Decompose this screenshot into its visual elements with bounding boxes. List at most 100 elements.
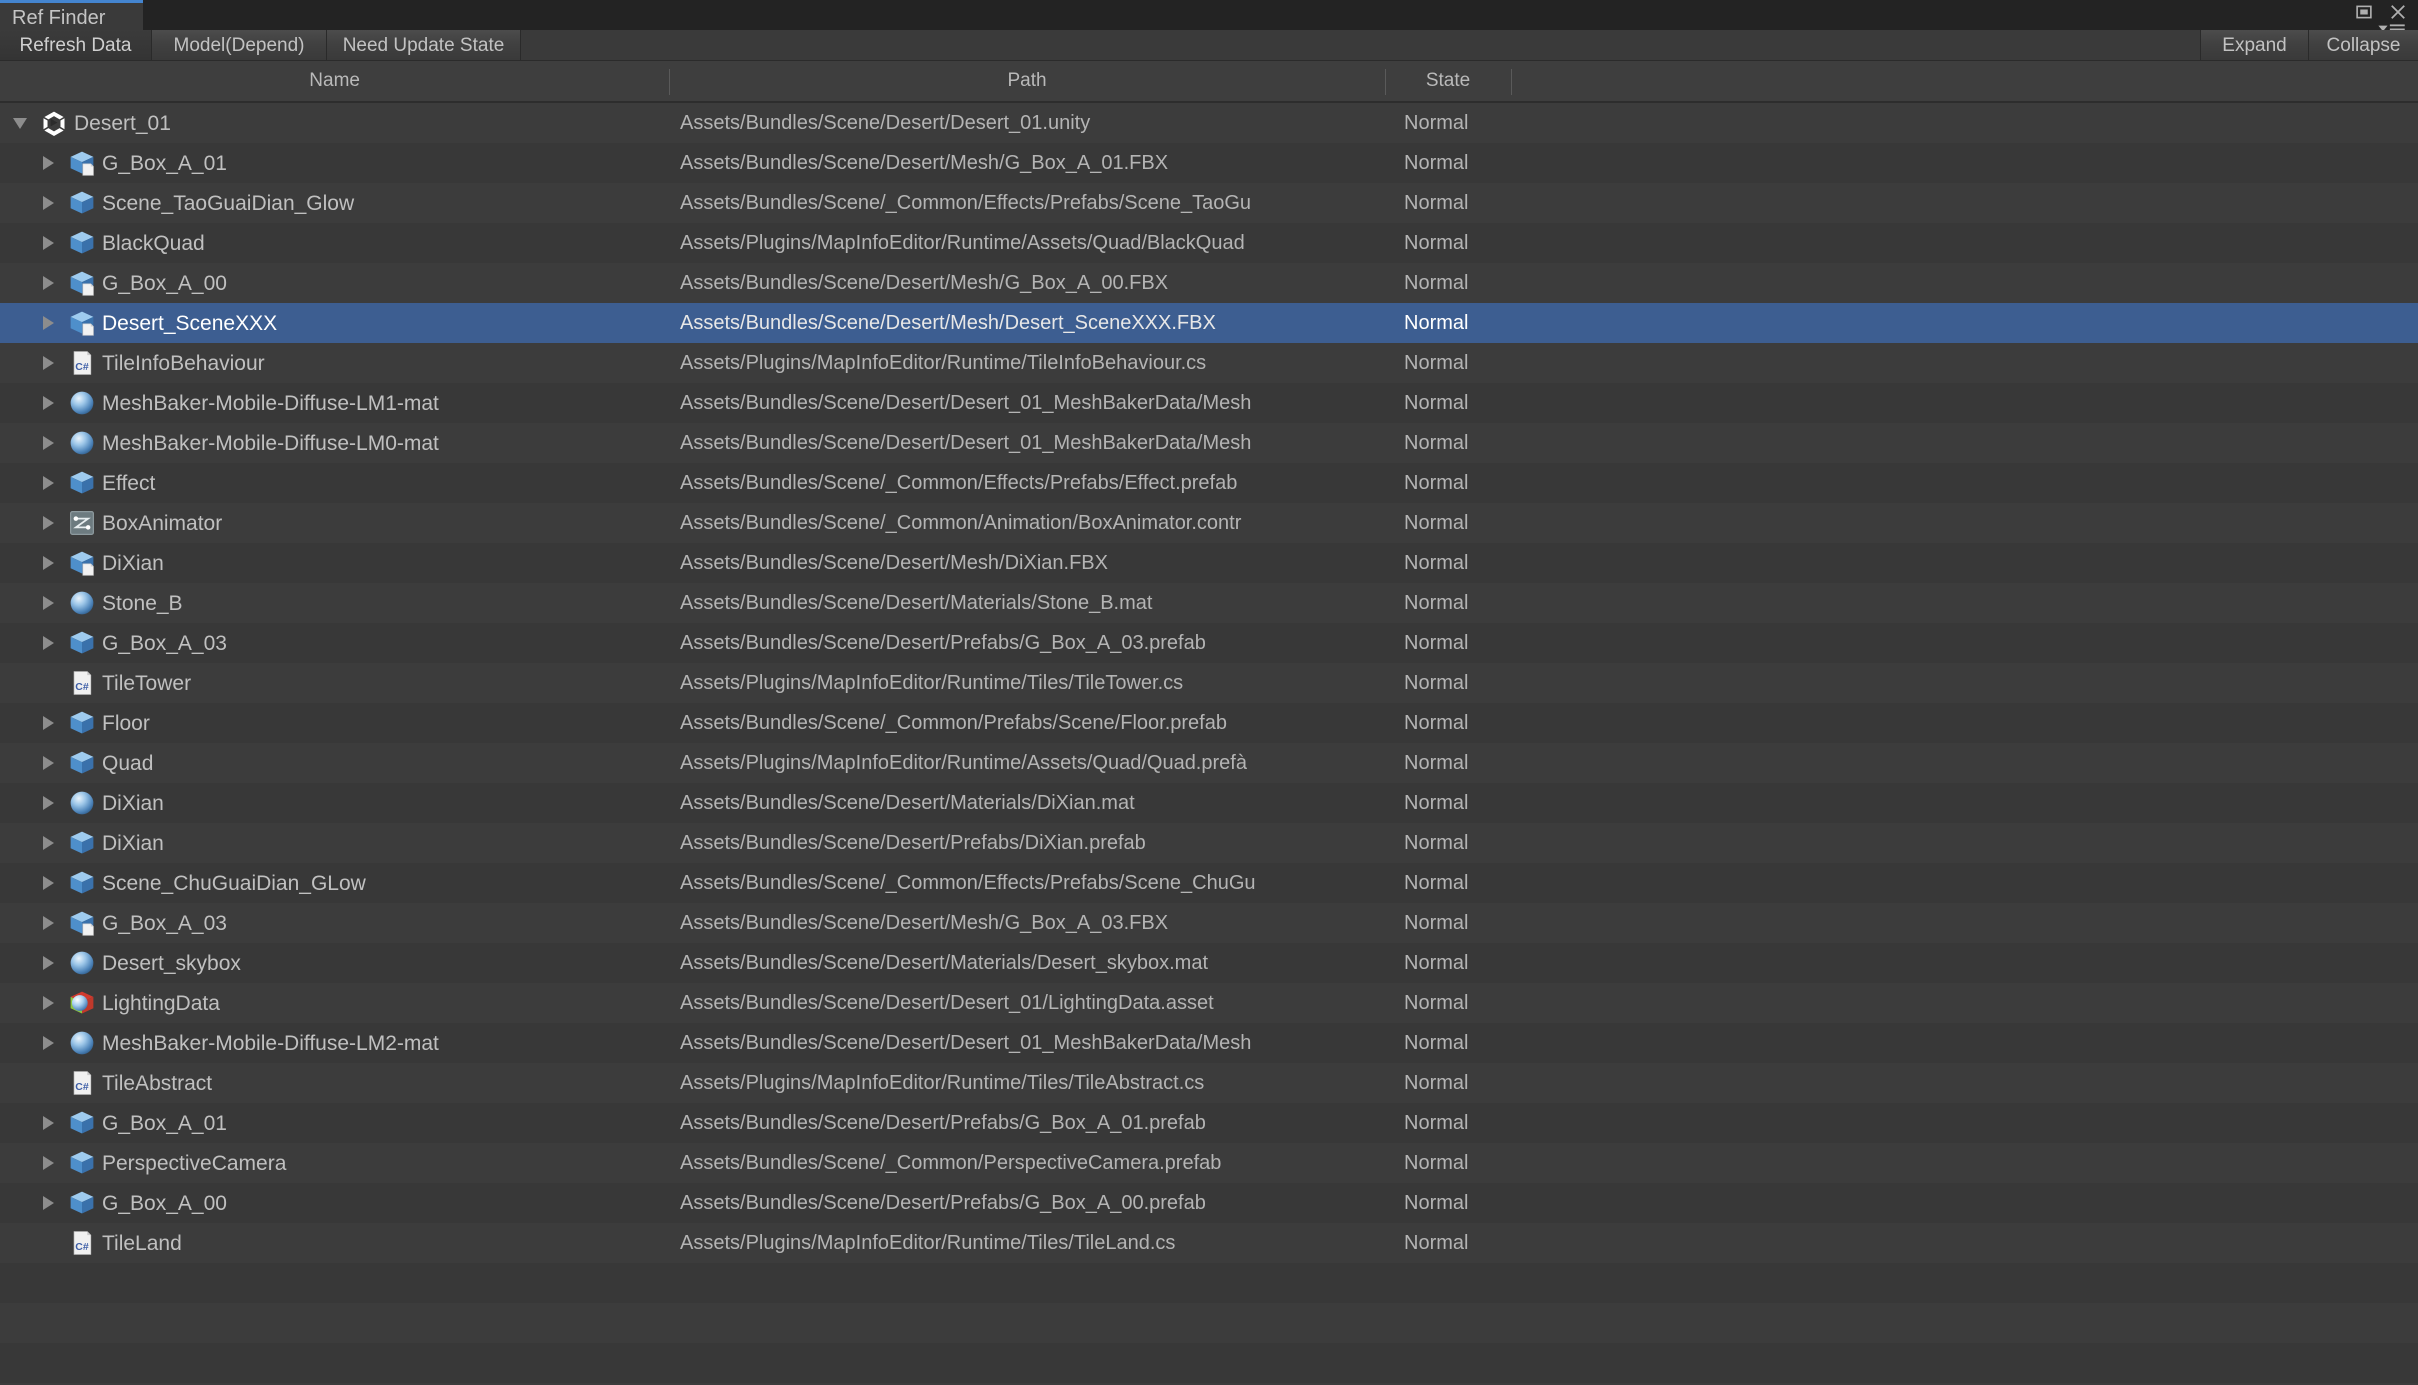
collapse-button[interactable]: Collapse (2308, 30, 2418, 60)
chevron-right-icon[interactable] (36, 1183, 60, 1223)
cell-name[interactable]: MeshBaker-Mobile-Diffuse-LM0-mat (0, 423, 670, 463)
tree-row[interactable]: G_Box_A_00 Assets/Bundles/Scene/Desert/Pr… (0, 1183, 2418, 1223)
chevron-right-icon[interactable] (36, 623, 60, 663)
cell-name[interactable]: LightingData (0, 983, 670, 1023)
chevron-right-icon[interactable] (36, 703, 60, 743)
tree-row[interactable]: G_Box_A_00 Assets/Bundles/Scene/Desert/Me… (0, 263, 2418, 303)
tree-row[interactable]: DiXian Assets/Bundles/Scene/Desert/Mesh/D… (0, 543, 2418, 583)
chevron-right-icon[interactable] (36, 1103, 60, 1143)
tree-row[interactable]: G_Box_A_03 Assets/Bundles/Scene/Desert/Pr… (0, 623, 2418, 663)
cell-name[interactable]: C# TileTower (0, 663, 670, 703)
cell-name[interactable]: Effect (0, 463, 670, 503)
cell-name[interactable]: G_Box_A_03 (0, 903, 670, 943)
tree-row[interactable]: LightingData Assets/Bundles/Scene/Desert/… (0, 983, 2418, 1023)
chevron-right-icon[interactable] (36, 383, 60, 423)
cell-name[interactable]: BlackQuad (0, 223, 670, 263)
chevron-right-icon[interactable] (36, 463, 60, 503)
chevron-right-icon[interactable] (36, 423, 60, 463)
cell-name[interactable]: DiXian (0, 783, 670, 823)
tree-row[interactable]: DiXian Assets/Bundles/Scene/Desert/Prefab… (0, 823, 2418, 863)
cell-name[interactable]: MeshBaker-Mobile-Diffuse-LM2-mat (0, 1023, 670, 1063)
chevron-right-icon[interactable] (36, 303, 60, 343)
model-depend-button[interactable]: Model(Depend) (152, 30, 327, 60)
tree-row[interactable]: MeshBaker-Mobile-Diffuse-LM0-mat Assets/B… (0, 423, 2418, 463)
chevron-right-icon[interactable] (36, 1143, 60, 1183)
cell-name[interactable]: Quad (0, 743, 670, 783)
cell-name[interactable]: Desert_skybox (0, 943, 670, 983)
column-header-name[interactable]: Name (0, 61, 669, 101)
tree-row[interactable]: C# TileTower Assets/Plugins/MapInfoEditor/… (0, 663, 2418, 703)
chevron-right-icon[interactable] (36, 543, 60, 583)
chevron-right-icon[interactable] (36, 263, 60, 303)
column-header-path[interactable]: Path (669, 61, 1385, 101)
chevron-right-icon[interactable] (36, 983, 60, 1023)
window-tab-ref-finder[interactable]: Ref Finder (0, 0, 143, 30)
asset-path-label: Assets/Bundles/Scene/_Common/Effects/Pre… (680, 872, 1256, 894)
tree-row[interactable]: MeshBaker-Mobile-Diffuse-LM1-mat Assets/B… (0, 383, 2418, 423)
chevron-right-icon[interactable] (36, 943, 60, 983)
chevron-right-icon[interactable] (36, 783, 60, 823)
cell-name[interactable]: Stone_B (0, 583, 670, 623)
tree-row[interactable]: Scene_ChuGuaiDian_GLow Assets/Bundles/Sce… (0, 863, 2418, 903)
chevron-right-icon[interactable] (36, 1023, 60, 1063)
column-header-state[interactable]: State (1385, 61, 1511, 101)
column-divider[interactable] (1511, 69, 1512, 95)
cell-name[interactable]: G_Box_A_01 (0, 1103, 670, 1143)
cell-name[interactable]: C# TileAbstract (0, 1063, 670, 1103)
chevron-right-icon[interactable] (36, 823, 60, 863)
tree-row[interactable]: Desert_skybox Assets/Bundles/Scene/Desert… (0, 943, 2418, 983)
refresh-data-button[interactable]: Refresh Data (0, 30, 152, 60)
cell-name[interactable]: Scene_TaoGuaiDian_Glow (0, 183, 670, 223)
column-divider[interactable] (1384, 69, 1386, 95)
chevron-right-icon[interactable] (36, 903, 60, 943)
chevron-right-icon[interactable] (36, 143, 60, 183)
tree-row[interactable]: PerspectiveCamera Assets/Bundles/Scene/_C… (0, 1143, 2418, 1183)
expand-button[interactable]: Expand (2200, 30, 2308, 60)
tree-row[interactable]: BoxAnimator Assets/Bundles/Scene/_Common/… (0, 503, 2418, 543)
tree-row[interactable]: Scene_TaoGuaiDian_Glow Assets/Bundles/Sce… (0, 183, 2418, 223)
chevron-right-icon[interactable] (36, 503, 60, 543)
tree-row[interactable]: DiXian Assets/Bundles/Scene/Desert/Materi… (0, 783, 2418, 823)
maximize-button[interactable] (2354, 2, 2374, 22)
tree-row[interactable]: Desert_01 Assets/Bundles/Scene/Desert/Des… (0, 103, 2418, 143)
tree-row[interactable]: C# TileInfoBehaviour Assets/Plugins/MapInf… (0, 343, 2418, 383)
cell-name[interactable]: Floor (0, 703, 670, 743)
cell-name[interactable]: Scene_ChuGuaiDian_GLow (0, 863, 670, 903)
tree-row[interactable]: G_Box_A_01 Assets/Bundles/Scene/Desert/Pr… (0, 1103, 2418, 1143)
chevron-right-icon[interactable] (36, 223, 60, 263)
cell-name[interactable]: BoxAnimator (0, 503, 670, 543)
tree-row[interactable]: C# TileAbstract Assets/Plugins/MapInfoEdit… (0, 1063, 2418, 1103)
cell-name[interactable]: C# TileLand (0, 1223, 670, 1263)
chevron-right-icon[interactable] (36, 583, 60, 623)
tree-row[interactable]: G_Box_A_03 Assets/Bundles/Scene/Desert/Me… (0, 903, 2418, 943)
chevron-right-icon[interactable] (36, 183, 60, 223)
cell-name[interactable]: G_Box_A_00 (0, 263, 670, 303)
chevron-down-icon[interactable] (8, 103, 32, 143)
tree-row[interactable]: BlackQuad Assets/Plugins/MapInfoEditor/Ru… (0, 223, 2418, 263)
cell-name[interactable]: G_Box_A_03 (0, 623, 670, 663)
cell-name[interactable]: MeshBaker-Mobile-Diffuse-LM1-mat (0, 383, 670, 423)
tree-row[interactable]: G_Box_A_01 Assets/Bundles/Scene/Desert/Me… (0, 143, 2418, 183)
cell-name[interactable]: Desert_01 (0, 103, 670, 143)
chevron-right-icon[interactable] (36, 343, 60, 383)
chevron-right-icon[interactable] (36, 863, 60, 903)
reference-tree-list[interactable]: Desert_01 Assets/Bundles/Scene/Desert/Des… (0, 103, 2418, 1385)
cell-name[interactable]: Desert_SceneXXX (0, 303, 670, 343)
need-update-state-button[interactable]: Need Update State (327, 30, 521, 60)
tree-row[interactable]: Floor Assets/Bundles/Scene/_Common/Prefab… (0, 703, 2418, 743)
cell-name[interactable]: C# TileInfoBehaviour (0, 343, 670, 383)
cell-name[interactable]: G_Box_A_01 (0, 143, 670, 183)
tree-row[interactable]: Stone_B Assets/Bundles/Scene/Desert/Mater… (0, 583, 2418, 623)
tree-row[interactable]: C# TileLand Assets/Plugins/MapInfoEditor/R… (0, 1223, 2418, 1263)
cell-name[interactable]: PerspectiveCamera (0, 1143, 670, 1183)
tree-row[interactable]: Quad Assets/Plugins/MapInfoEditor/Runtime… (0, 743, 2418, 783)
tree-row[interactable]: Effect Assets/Bundles/Scene/_Common/Effec… (0, 463, 2418, 503)
close-button[interactable] (2388, 2, 2408, 22)
cell-name[interactable]: DiXian (0, 823, 670, 863)
tree-row[interactable]: MeshBaker-Mobile-Diffuse-LM2-mat Assets/B… (0, 1023, 2418, 1063)
cell-name[interactable]: DiXian (0, 543, 670, 583)
chevron-right-icon[interactable] (36, 743, 60, 783)
column-divider[interactable] (669, 69, 671, 95)
cell-name[interactable]: G_Box_A_00 (0, 1183, 670, 1223)
tree-row[interactable]: Desert_SceneXXX Assets/Bundles/Scene/Dese… (0, 303, 2418, 343)
